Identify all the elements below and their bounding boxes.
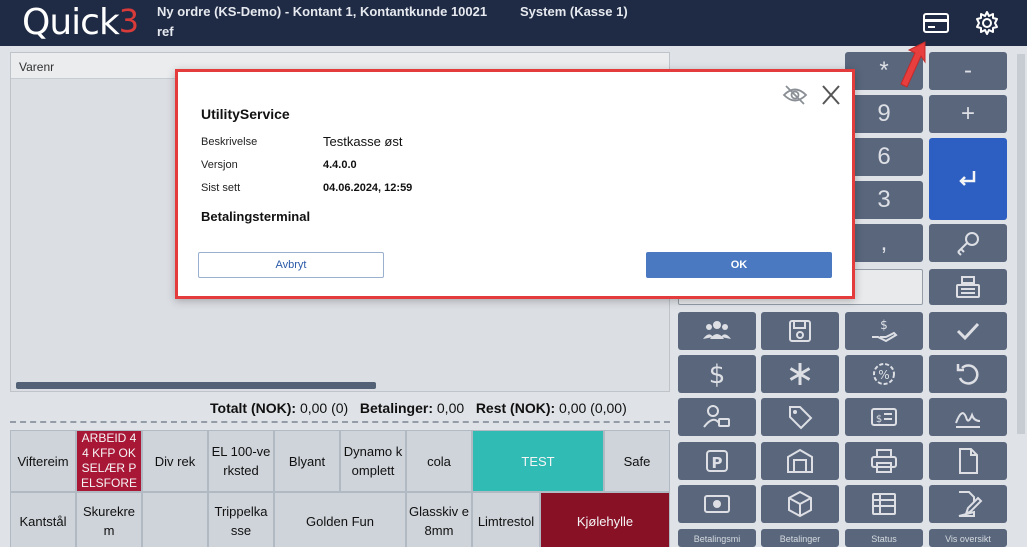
close-icon[interactable]	[818, 84, 844, 106]
description-label: Beskrivelse	[201, 136, 258, 148]
ok-button[interactable]: OK	[646, 252, 832, 278]
gear-icon[interactable]	[973, 10, 1001, 36]
description-value: Testkasse øst	[323, 134, 403, 149]
modal-overlay: UtilityService Beskrivelse Testkasse øst…	[0, 46, 1027, 547]
pointer-arrow-icon	[900, 41, 926, 88]
last-seen-label: Sist sett	[201, 182, 241, 194]
utility-service-dialog: UtilityService Beskrivelse Testkasse øst…	[175, 69, 855, 299]
top-bar: Quick3 Ny ordre (KS-Demo) - Kontant 1, K…	[0, 0, 1027, 46]
hide-icon[interactable]	[782, 84, 808, 106]
order-info: Ny ordre (KS-Demo) - Kontant 1, Kontantk…	[157, 4, 488, 19]
version-label: Versjon	[201, 159, 238, 171]
payment-terminal-heading: Betalingsterminal	[201, 209, 311, 224]
order-ref: ref	[157, 24, 174, 39]
dialog-title: UtilityService	[201, 106, 290, 122]
cancel-button[interactable]: Avbryt	[198, 252, 384, 278]
version-value: 4.4.0.0	[323, 159, 357, 171]
app-logo: Quick3	[22, 2, 139, 43]
card-icon[interactable]	[922, 10, 950, 36]
last-seen-value: 04.06.2024, 12:59	[323, 182, 413, 194]
system-info: System (Kasse 1)	[520, 4, 628, 19]
